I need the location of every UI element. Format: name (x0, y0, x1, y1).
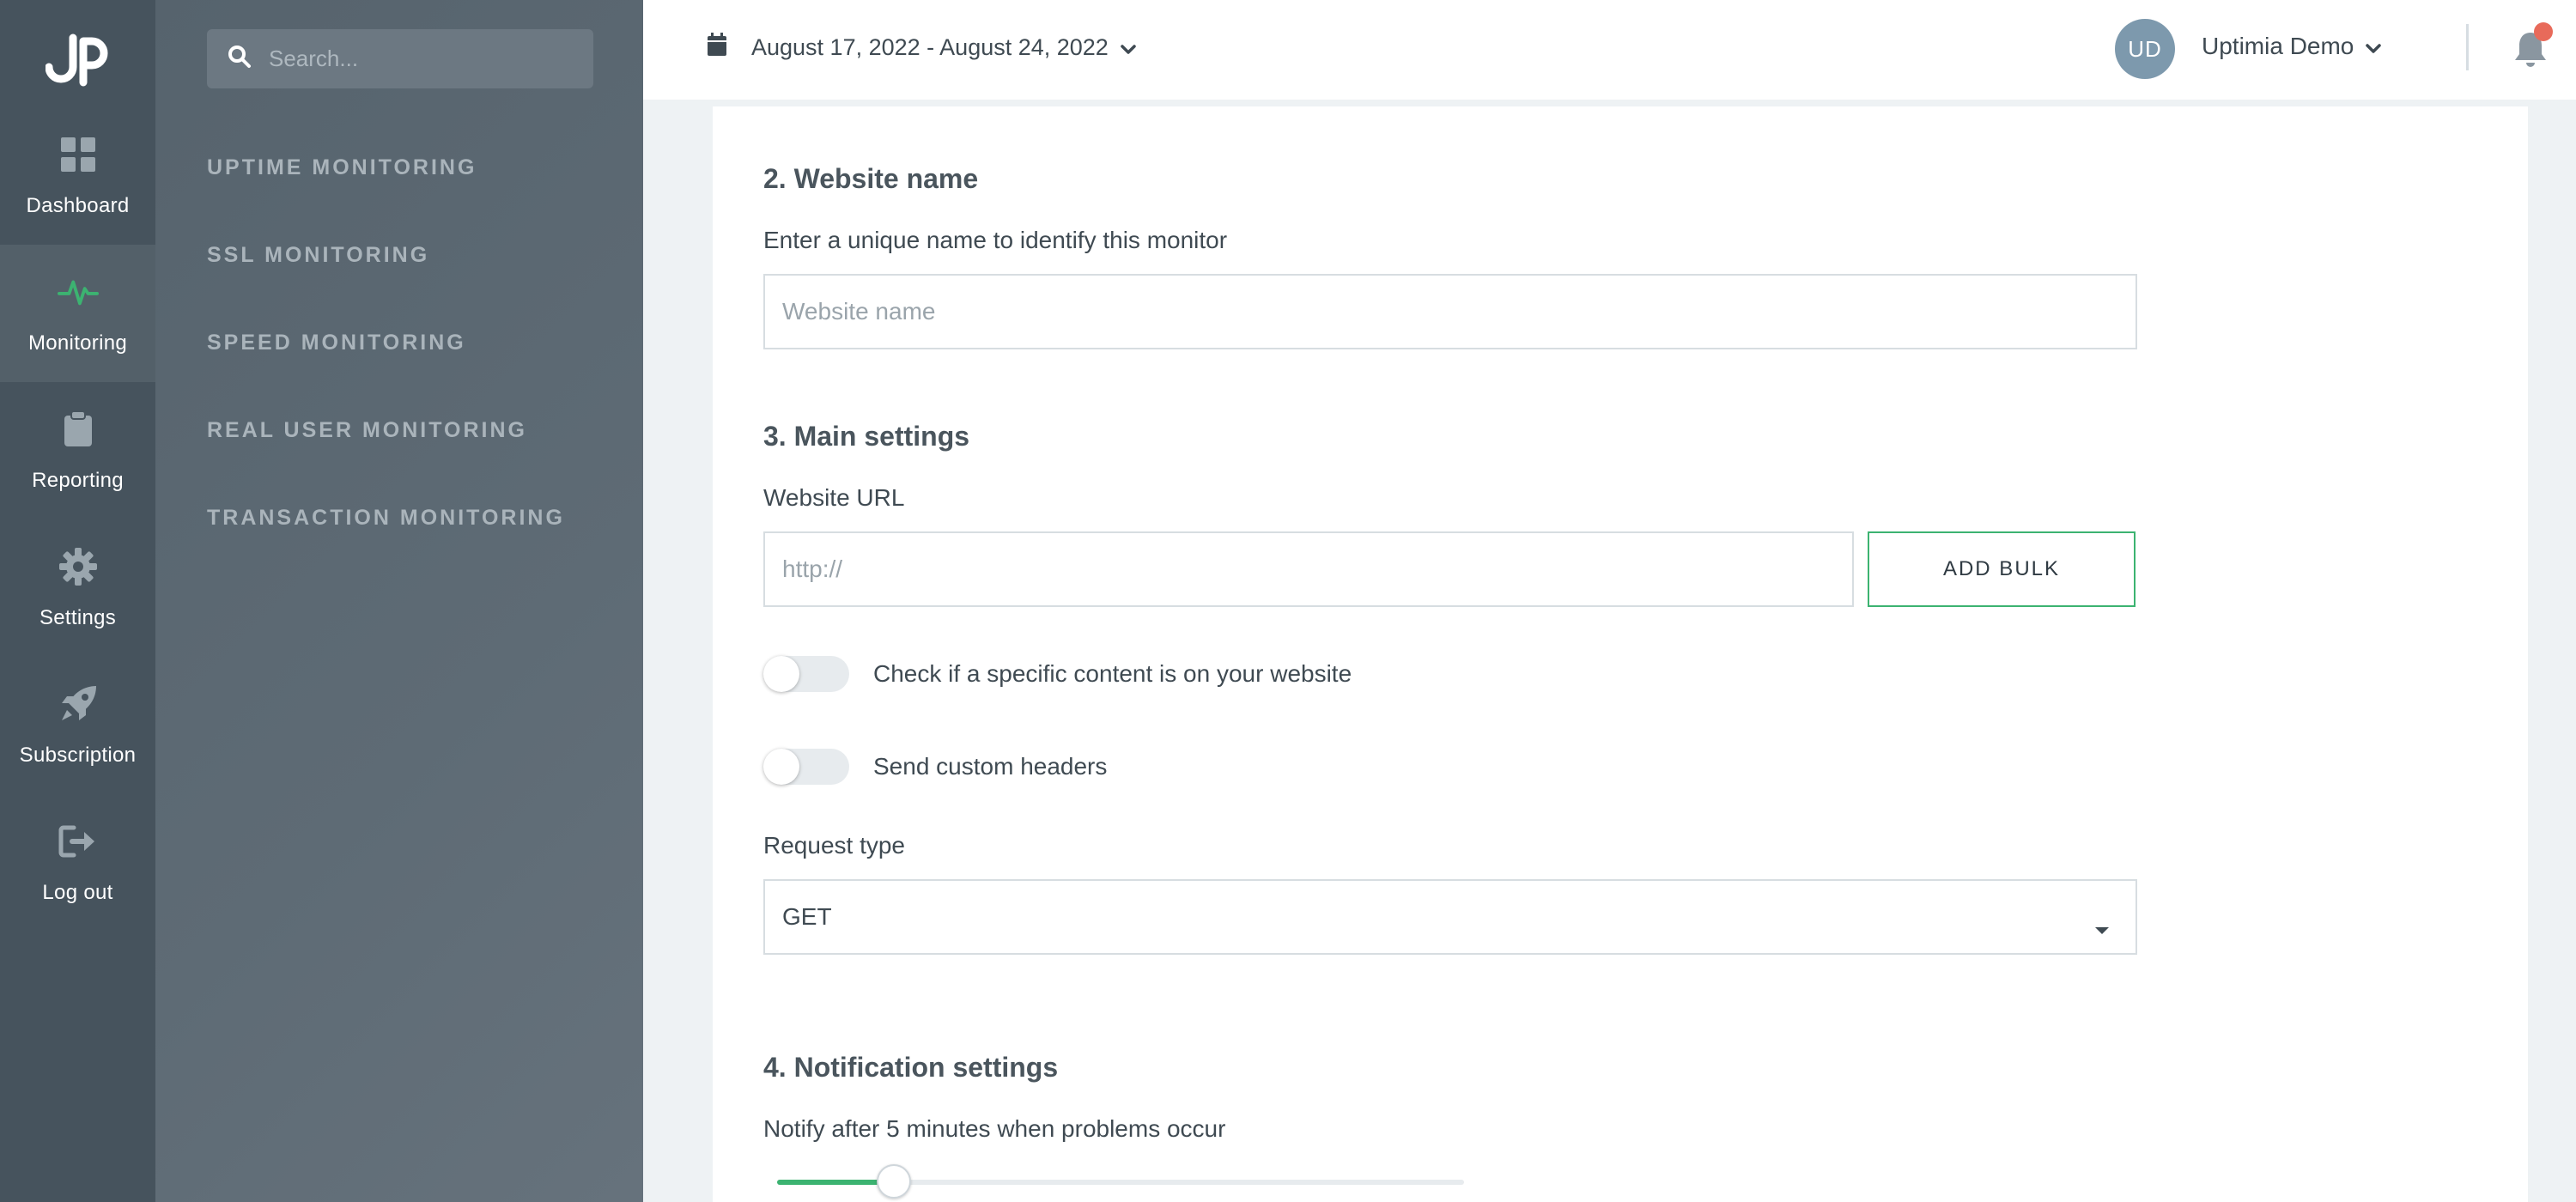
website-name-field[interactable] (763, 274, 2137, 349)
monitor-form-card: 2. Website name Enter a unique name to i… (713, 106, 2528, 1202)
request-type-select[interactable]: GET (763, 879, 2137, 955)
rail-item-monitoring[interactable]: Monitoring (0, 245, 155, 382)
toggle-knob (763, 749, 799, 785)
rail-item-label: Log out (42, 881, 113, 904)
rail-item-settings[interactable]: Settings (0, 519, 155, 657)
date-range-picker[interactable]: August 17, 2022 - August 24, 2022 (707, 33, 1136, 63)
section-title-notification-settings: 4. Notification settings (763, 1052, 1059, 1083)
section-title-website-name: 2. Website name (763, 163, 979, 194)
rail-item-label: Monitoring (27, 331, 128, 355)
user-menu[interactable]: Uptimia Demo (2202, 33, 2382, 60)
rail-item-subscription[interactable]: Subscription (0, 657, 155, 794)
rail-item-logout[interactable]: Log out (0, 794, 155, 932)
slider-thumb[interactable] (877, 1164, 911, 1199)
subnav-item-speed-monitoring[interactable]: SPEED MONITORING (207, 331, 466, 355)
subnav-item-ssl-monitoring[interactable]: SSL MONITORING (207, 243, 429, 268)
logout-icon (58, 821, 99, 862)
custom-headers-toggle[interactable] (763, 749, 849, 785)
toggle-knob (763, 656, 799, 692)
rail-item-label: Dashboard (26, 194, 130, 217)
calendar-icon (707, 33, 727, 63)
subnav-item-transaction-monitoring[interactable]: TRANSACTION MONITORING (207, 506, 565, 531)
top-header: August 17, 2022 - August 24, 2022 UD Upt… (643, 0, 2576, 100)
content-check-label: Check if a specific content is on your w… (873, 660, 1352, 687)
date-range-text: August 17, 2022 - August 24, 2022 (751, 34, 1109, 60)
request-type-label: Request type (763, 832, 905, 859)
subnav-item-uptime-monitoring[interactable]: UPTIME MONITORING (207, 155, 477, 180)
notify-delay-slider[interactable] (777, 1164, 1464, 1199)
rail-item-label: Settings (39, 606, 117, 629)
website-name-label: Enter a unique name to identify this mon… (763, 227, 1228, 253)
notify-delay-label: Notify after 5 minutes when problems occ… (763, 1115, 1226, 1142)
section-title-main-settings: 3. Main settings (763, 421, 970, 452)
main-rail: Dashboard Monitoring Reporting Settings … (0, 0, 155, 1202)
website-url-field[interactable] (763, 531, 1854, 607)
rail-item-label: Reporting (32, 469, 124, 492)
heartbeat-icon (57, 271, 99, 313)
website-name-input[interactable] (782, 298, 2136, 325)
content-check-toggle[interactable] (763, 656, 849, 692)
chevron-down-icon (1121, 34, 1136, 61)
rail-item-label: Subscription (19, 744, 137, 767)
custom-headers-row: Send custom headers (763, 749, 1107, 785)
dashboard-grid-icon (58, 134, 99, 175)
uptimia-logo-icon[interactable] (0, 0, 155, 120)
search-input[interactable] (269, 46, 586, 72)
notification-dot (2534, 22, 2553, 41)
avatar[interactable]: UD (2115, 19, 2175, 79)
search-box[interactable] (207, 29, 593, 88)
user-name: Uptimia Demo (2202, 33, 2354, 59)
request-type-value: GET (782, 903, 832, 930)
monitoring-subnav: UPTIME MONITORING SSL MONITORING SPEED M… (155, 0, 643, 1202)
caret-down-icon (2094, 914, 2110, 941)
website-url-input[interactable] (782, 555, 1852, 583)
search-icon (228, 45, 252, 73)
rail-item-reporting[interactable]: Reporting (0, 382, 155, 519)
gear-icon (58, 546, 99, 587)
notifications-button[interactable] (2513, 22, 2556, 72)
header-divider (2466, 24, 2469, 70)
content-check-row: Check if a specific content is on your w… (763, 656, 1352, 692)
subnav-item-real-user-monitoring[interactable]: REAL USER MONITORING (207, 418, 527, 443)
rail-item-dashboard[interactable]: Dashboard (0, 107, 155, 245)
chevron-down-icon (2366, 33, 2382, 60)
bell-icon (2513, 33, 2548, 72)
rocket-icon (58, 683, 99, 725)
clipboard-icon (58, 409, 99, 450)
website-url-label: Website URL (763, 484, 905, 511)
add-bulk-button[interactable]: ADD BULK (1868, 531, 2136, 607)
custom-headers-label: Send custom headers (873, 753, 1108, 780)
